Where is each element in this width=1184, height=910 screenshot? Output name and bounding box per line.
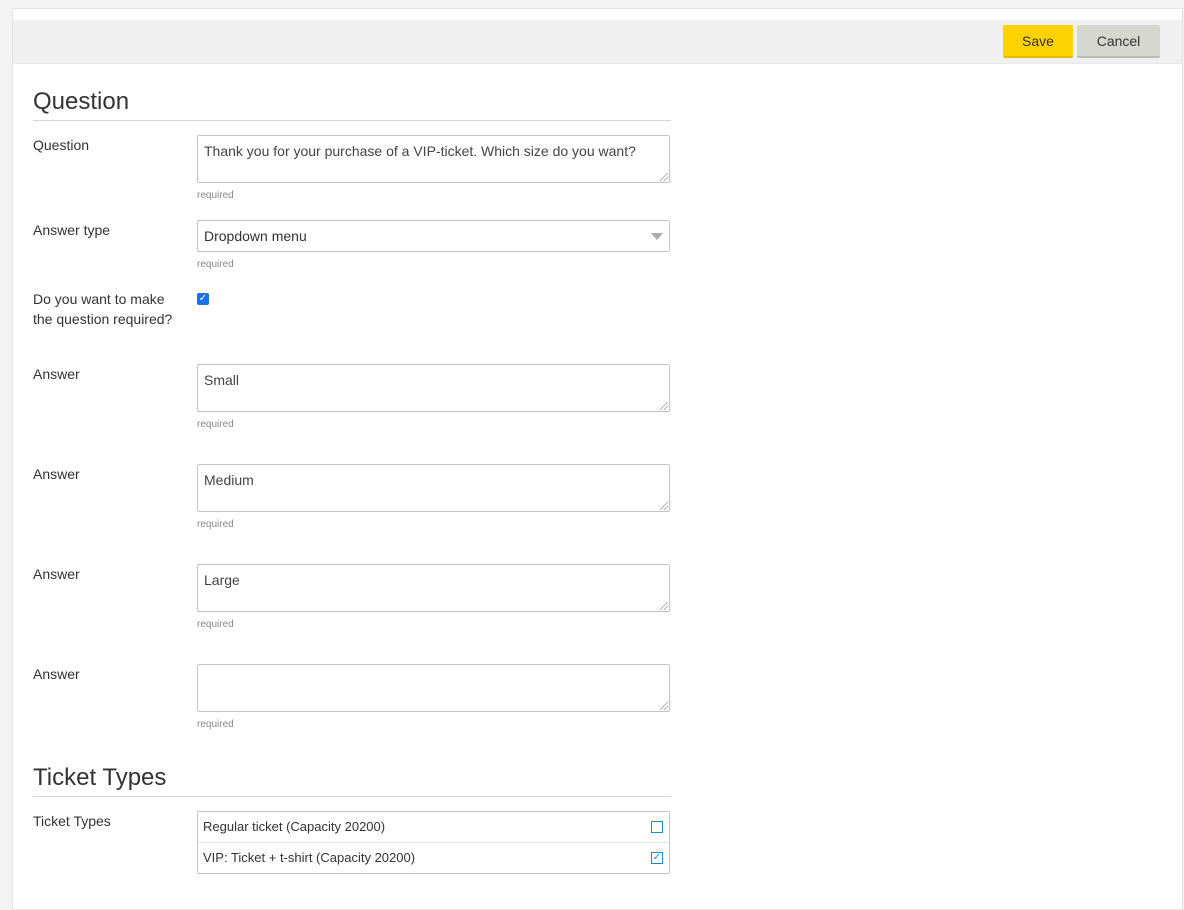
answer-required-hint-1: required bbox=[197, 419, 234, 430]
answer-label-4: Answer bbox=[33, 666, 80, 682]
resize-handle-icon[interactable] bbox=[660, 702, 668, 710]
answer-field-4[interactable] bbox=[197, 664, 670, 712]
cancel-button[interactable]: Cancel bbox=[1077, 25, 1160, 58]
ticket-type-checkbox[interactable]: ✓ bbox=[651, 852, 663, 864]
question-section-title: Question bbox=[33, 87, 671, 121]
resize-handle-icon[interactable] bbox=[660, 402, 668, 410]
ticket-type-label: Regular ticket (Capacity 20200) bbox=[203, 819, 386, 834]
answer-required-hint-3: required bbox=[197, 619, 234, 630]
resize-handle-icon[interactable] bbox=[660, 602, 668, 610]
answer-field-1[interactable]: Small bbox=[197, 364, 670, 412]
ticket-types-section-title: Ticket Types bbox=[33, 763, 671, 797]
checkmark-icon: ✓ bbox=[198, 293, 208, 304]
answer-required-hint-4: required bbox=[197, 719, 234, 730]
ticket-type-label: VIP: Ticket + t-shirt (Capacity 20200) bbox=[203, 850, 416, 865]
answer-field-2[interactable]: Medium bbox=[197, 464, 670, 512]
ticket-types-list: Regular ticket (Capacity 20200) VIP: Tic… bbox=[197, 811, 670, 874]
ticket-type-checkbox[interactable] bbox=[651, 821, 663, 833]
toolbar: Save Cancel bbox=[13, 20, 1182, 64]
checkmark-icon: ✓ bbox=[652, 852, 662, 863]
save-button[interactable]: Save bbox=[1003, 25, 1073, 58]
resize-handle-icon[interactable] bbox=[660, 502, 668, 510]
resize-handle-icon[interactable] bbox=[660, 173, 668, 181]
required-question-checkbox[interactable]: ✓ bbox=[197, 293, 209, 305]
answer-required-hint-2: required bbox=[197, 519, 234, 530]
answer-type-select[interactable]: Dropdown menu bbox=[197, 220, 670, 252]
question-required-hint: required bbox=[197, 190, 234, 201]
ticket-type-item[interactable]: Regular ticket (Capacity 20200) bbox=[198, 812, 669, 843]
question-field[interactable]: Thank you for your purchase of a VIP-tic… bbox=[197, 135, 670, 183]
chevron-down-icon bbox=[651, 233, 663, 240]
required-question-label: Do you want to make the question require… bbox=[33, 291, 173, 327]
answer-label-2: Answer bbox=[33, 466, 80, 482]
answer-type-label: Answer type bbox=[33, 222, 111, 238]
answer-type-required-hint: required bbox=[197, 259, 234, 270]
answer-type-value: Dropdown menu bbox=[204, 228, 307, 244]
ticket-types-label: Ticket Types bbox=[33, 813, 111, 829]
question-label: Question bbox=[33, 137, 90, 153]
form-card: Save Cancel Question Question Thank you … bbox=[12, 8, 1183, 910]
answer-label-1: Answer bbox=[33, 366, 80, 382]
answer-field-3[interactable]: Large bbox=[197, 564, 670, 612]
answer-label-3: Answer bbox=[33, 566, 80, 582]
ticket-type-item[interactable]: VIP: Ticket + t-shirt (Capacity 20200) ✓ bbox=[198, 843, 669, 873]
